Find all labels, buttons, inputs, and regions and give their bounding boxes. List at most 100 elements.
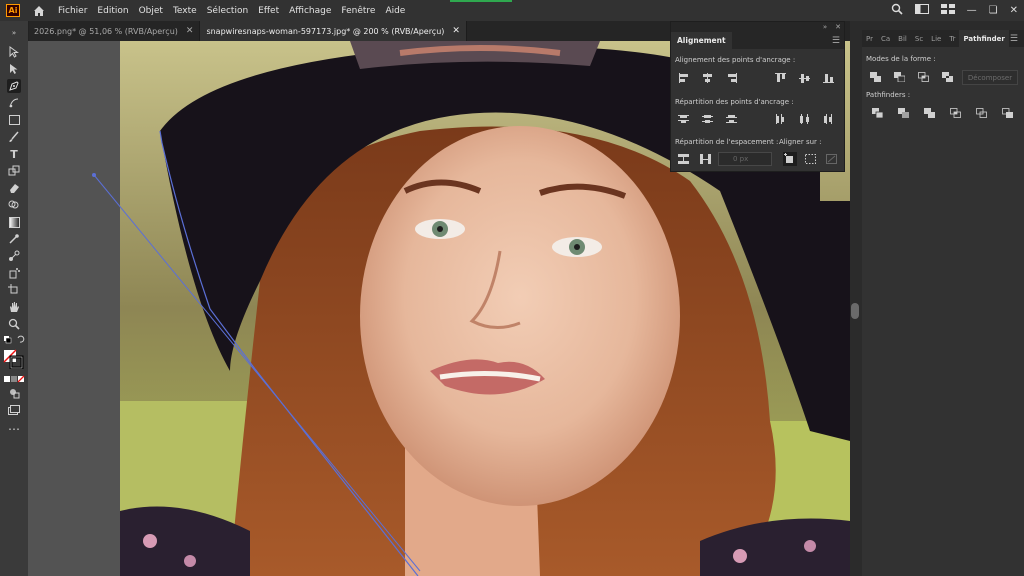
eraser-tool-icon[interactable]	[7, 181, 21, 195]
intersect-icon[interactable]	[918, 72, 929, 82]
collapse-toolbar-icon[interactable]: »	[7, 26, 21, 40]
selection-tool-icon[interactable]	[7, 45, 21, 59]
hand-tool-icon[interactable]	[7, 300, 21, 314]
align-to-selection-icon[interactable]	[805, 154, 817, 164]
accent-bar	[450, 0, 512, 2]
distribute-left-icon[interactable]	[775, 114, 787, 124]
menu-objet[interactable]: Objet	[139, 6, 163, 16]
tools-panel: » T ⋯	[0, 21, 29, 576]
pen-tool-icon[interactable]	[7, 79, 21, 93]
home-icon[interactable]	[32, 4, 46, 18]
zoom-tool-icon[interactable]	[7, 317, 21, 331]
tab-document-2026[interactable]: 2026.png* @ 51,06 % (RVB/Aperçu) ✕	[28, 21, 201, 41]
spacing-input[interactable]: 0 px	[718, 152, 772, 166]
distribute-horizontal-center-icon[interactable]	[799, 114, 811, 124]
minus-back-icon[interactable]	[1002, 108, 1013, 118]
unite-icon[interactable]	[870, 72, 881, 82]
align-to-key-object-icon[interactable]	[783, 152, 797, 166]
search-icon[interactable]	[891, 3, 903, 18]
direct-selection-tool-icon[interactable]	[7, 62, 21, 76]
align-top-icon[interactable]	[775, 73, 787, 83]
distribute-vertical-spacing-icon[interactable]	[678, 154, 690, 164]
tab-bil[interactable]: Bil	[894, 35, 911, 43]
distribute-top-icon[interactable]	[678, 114, 690, 124]
tab-document-woman[interactable]: snapwiresnaps-woman-597173.jpg* @ 200 % …	[200, 21, 467, 41]
distribute-right-icon[interactable]	[823, 114, 835, 124]
distribute-horizontal-spacing-icon[interactable]	[700, 154, 712, 164]
align-bottom-icon[interactable]	[823, 73, 835, 83]
menu-texte[interactable]: Texte	[173, 6, 197, 16]
align-to-label: Aligner sur :	[779, 138, 822, 146]
gradient-tool-icon[interactable]	[7, 215, 21, 229]
menu-fenetre[interactable]: Fenêtre	[341, 6, 375, 16]
tab-lie[interactable]: Lie	[927, 35, 945, 43]
tab-label: snapwiresnaps-woman-597173.jpg* @ 200 % …	[206, 26, 445, 36]
workspace-icon[interactable]	[914, 4, 929, 17]
divide-icon[interactable]	[872, 108, 884, 119]
vertical-scrollbar[interactable]	[851, 303, 859, 319]
merge-icon[interactable]	[924, 108, 935, 118]
close-icon[interactable]: ✕	[452, 26, 460, 36]
distribute-spacing-label: Répartition de l'espacement :	[675, 138, 779, 146]
crop-icon[interactable]	[950, 108, 961, 118]
minus-front-icon[interactable]	[894, 72, 906, 83]
menu-edition[interactable]: Edition	[97, 6, 128, 16]
shape-builder-tool-icon[interactable]	[7, 198, 21, 212]
trim-icon[interactable]	[898, 108, 909, 118]
close-icon[interactable]: ✕	[186, 26, 194, 36]
edit-toolbar-icon[interactable]: ⋯	[7, 422, 21, 436]
align-left-icon[interactable]	[678, 73, 690, 83]
blend-tool-icon[interactable]	[7, 249, 21, 263]
alignment-panel: » ✕ Alignement ☰ Alignement des points d…	[670, 21, 845, 172]
align-vertical-center-icon[interactable]	[799, 73, 811, 83]
menu-fichier[interactable]: Fichier	[58, 6, 87, 16]
close-icon[interactable]: ✕	[835, 23, 841, 31]
align-horizontal-center-icon[interactable]	[702, 73, 714, 83]
menu-effet[interactable]: Effet	[258, 6, 279, 16]
tab-pr[interactable]: Pr	[862, 35, 877, 43]
tab-sc[interactable]: Sc	[911, 35, 927, 43]
pathfinders-label: Pathfinders :	[866, 91, 911, 99]
menu-bar: Ai Fichier Edition Objet Texte Sélection…	[0, 0, 1024, 21]
distribute-bottom-icon[interactable]	[726, 114, 738, 124]
align-right-icon[interactable]	[726, 73, 738, 83]
color-mode-icons[interactable]	[3, 372, 25, 386]
tab-ca[interactable]: Ca	[877, 35, 894, 43]
screen-mode-icon[interactable]	[7, 403, 21, 417]
close-window-button[interactable]: ✕	[1010, 5, 1018, 16]
draw-mode-icon[interactable]	[7, 386, 21, 400]
exclude-icon[interactable]	[942, 72, 953, 82]
align-anchor-points-label: Alignement des points d'ancrage :	[675, 56, 796, 64]
fill-stroke-swatch[interactable]	[3, 349, 25, 369]
menu-aide[interactable]: Aide	[385, 6, 405, 16]
panel-menu-icon[interactable]: ☰	[1010, 34, 1018, 44]
arrange-documents-icon[interactable]	[940, 4, 955, 17]
restore-button[interactable]: ❏	[989, 5, 998, 16]
paintbrush-tool-icon[interactable]	[7, 130, 21, 144]
curvature-tool-icon[interactable]	[7, 96, 21, 110]
distribute-anchor-points-label: Répartition des points d'ancrage :	[675, 98, 794, 106]
shape-modes-label: Modes de la forme :	[866, 55, 936, 63]
app-logo: Ai	[6, 4, 20, 17]
tab-tr[interactable]: Tr	[945, 35, 959, 43]
pathfinder-panel: Pr Ca Bil Sc Lie Tr Pathfinder ☰ Modes d…	[862, 30, 1024, 576]
type-tool-icon[interactable]: T	[7, 147, 21, 161]
minimize-button[interactable]: —	[967, 5, 977, 16]
artboard-tool-icon[interactable]	[7, 283, 21, 297]
align-to-artboard-icon[interactable]	[826, 154, 838, 164]
distribute-vertical-center-icon[interactable]	[702, 114, 714, 124]
menu-affichage[interactable]: Affichage	[289, 6, 331, 16]
rotate-tool-icon[interactable]	[7, 164, 21, 178]
eyedropper-tool-icon[interactable]	[7, 232, 21, 246]
rectangle-tool-icon[interactable]	[7, 113, 21, 127]
tab-pathfinder[interactable]: Pathfinder	[959, 30, 1009, 47]
symbol-sprayer-tool-icon[interactable]	[7, 266, 21, 280]
panel-title[interactable]: Alignement	[671, 32, 732, 49]
menu-selection[interactable]: Sélection	[207, 6, 248, 16]
tab-label: 2026.png* @ 51,06 % (RVB/Aperçu)	[34, 26, 178, 36]
outline-icon[interactable]	[976, 108, 987, 118]
expand-button[interactable]: Décomposer	[962, 70, 1018, 85]
collapse-panel-icon[interactable]: »	[823, 23, 827, 31]
panel-menu-icon[interactable]: ☰	[832, 36, 840, 46]
default-fill-stroke-icon[interactable]	[3, 333, 25, 347]
